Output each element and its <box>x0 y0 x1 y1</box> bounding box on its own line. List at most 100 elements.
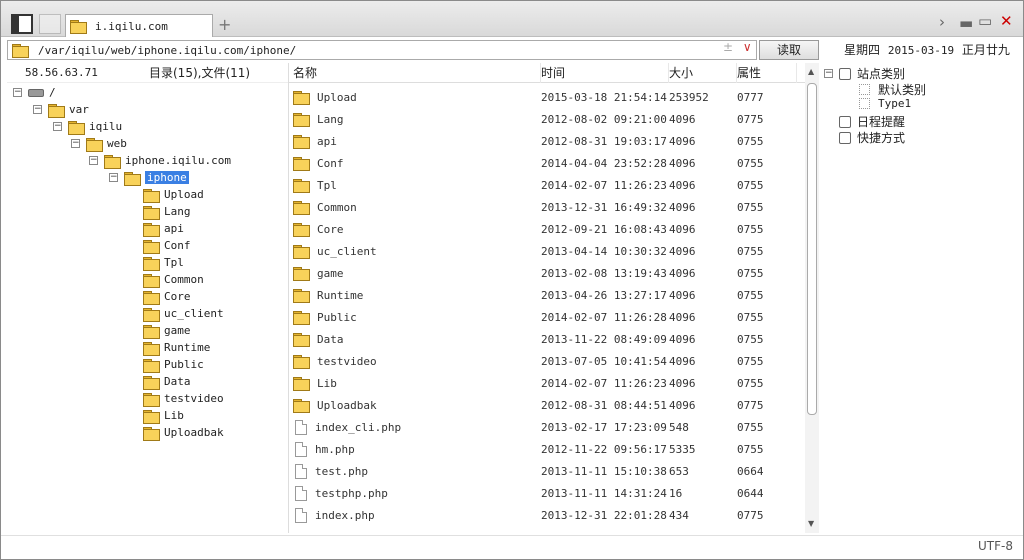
tree-var[interactable]: − var <box>33 101 89 118</box>
path-input[interactable]: /var/iqilu/web/iphone.iqilu.com/iphone/ <box>7 40 757 60</box>
chevron-right-icon[interactable]: › <box>939 13 945 31</box>
site-category-node[interactable]: − 站点类别 <box>824 65 905 82</box>
minimize-button[interactable]: ▬ <box>959 14 973 32</box>
collapse-icon[interactable]: − <box>109 173 118 182</box>
tab-active[interactable]: i.iqilu.com <box>65 14 213 37</box>
blank-tab-icon[interactable] <box>39 14 61 34</box>
list-row[interactable]: Upload 2015-03-18 21:54:14 253952 0777 <box>289 86 805 108</box>
folder-icon <box>143 290 160 305</box>
tree-item[interactable]: Data <box>143 373 191 390</box>
scroll-up-icon[interactable]: ▲ <box>808 67 814 76</box>
tree-label: Common <box>164 273 204 286</box>
scroll-thumb[interactable] <box>807 83 817 415</box>
row-size: 4096 <box>669 266 696 280</box>
list-row[interactable]: Data 2013-11-22 08:49:09 4096 0755 <box>289 328 805 350</box>
tree-web[interactable]: − web <box>71 135 127 152</box>
file-icon <box>295 419 307 435</box>
collapse-icon[interactable]: − <box>53 122 62 131</box>
folder-icon <box>143 188 160 203</box>
column-attr[interactable]: 属性 <box>737 63 797 83</box>
tree-item[interactable]: Lang <box>143 203 191 220</box>
folder-icon <box>143 307 160 322</box>
date-display: 星期四 2015-03-19 正月廿九 <box>844 41 1010 58</box>
tree-item[interactable]: api <box>143 220 184 237</box>
close-button[interactable]: ✕ <box>1000 12 1013 30</box>
list-row[interactable]: testphp.php 2013-11-11 14:31:24 16 0644 <box>289 482 805 504</box>
list-row[interactable]: api 2012-08-31 19:03:17 4096 0755 <box>289 130 805 152</box>
tree-item[interactable]: Conf <box>143 237 191 254</box>
list-row[interactable]: test.php 2013-11-11 15:10:38 653 0664 <box>289 460 805 482</box>
tree-item[interactable]: testvideo <box>143 390 224 407</box>
tree-item[interactable]: Core <box>143 288 191 305</box>
tree-label: var <box>69 103 89 116</box>
list-row[interactable]: index.php 2013-12-31 22:01:28 434 0775 <box>289 504 805 526</box>
list-row[interactable]: Runtime 2013-04-26 13:27:17 4096 0755 <box>289 284 805 306</box>
site-category-label: 站点类别 <box>857 67 906 81</box>
row-time: 2012-09-21 16:08:43 <box>541 222 667 236</box>
file-icon <box>295 441 307 457</box>
list-row[interactable]: Uploadbak 2012-08-31 08:44:51 4096 0775 <box>289 394 805 416</box>
tree-label: Conf <box>164 239 191 252</box>
collapse-icon[interactable]: − <box>13 88 22 97</box>
plus-minus-icon[interactable]: ± <box>723 40 733 54</box>
tree-root[interactable]: − / <box>13 84 56 101</box>
scroll-down-icon[interactable]: ▼ <box>808 519 814 528</box>
list-row[interactable]: Core 2012-09-21 16:08:43 4096 0755 <box>289 218 805 240</box>
row-time: 2012-11-22 09:56:17 <box>541 442 667 456</box>
column-name[interactable]: 名称 <box>289 63 541 83</box>
tree-item[interactable]: game <box>143 322 191 339</box>
tree-label: / <box>49 86 56 99</box>
row-name: test.php <box>315 464 368 478</box>
row-attr: 0777 <box>737 90 764 104</box>
list-row[interactable]: hm.php 2012-11-22 09:56:17 5335 0755 <box>289 438 805 460</box>
tree-iqilu[interactable]: − iqilu <box>53 118 122 135</box>
row-attr: 0755 <box>737 310 764 324</box>
tree-site[interactable]: − iphone.iqilu.com <box>89 152 231 169</box>
tree-label: Lib <box>164 409 184 422</box>
list-row[interactable]: Conf 2014-04-04 23:52:28 4096 0755 <box>289 152 805 174</box>
tree-item[interactable]: Lib <box>143 407 184 424</box>
tree-item[interactable]: Uploadbak <box>143 424 224 441</box>
tree-item[interactable]: uc_client <box>143 305 224 322</box>
list-row[interactable]: Public 2014-02-07 11:26:28 4096 0755 <box>289 306 805 328</box>
column-time[interactable]: 时间 <box>541 63 669 83</box>
folder-icon <box>143 324 160 339</box>
list-row[interactable]: index_cli.php 2013-02-17 17:23:09 548 0755 <box>289 416 805 438</box>
folder-icon <box>68 120 85 135</box>
list-row[interactable]: uc_client 2013-04-14 10:30:32 4096 0755 <box>289 240 805 262</box>
column-size[interactable]: 大小 <box>669 63 737 83</box>
collapse-icon[interactable]: − <box>71 139 80 148</box>
list-row[interactable]: Tpl 2014-02-07 11:26:23 4096 0755 <box>289 174 805 196</box>
tree-item[interactable]: Tpl <box>143 254 184 271</box>
chevron-down-icon[interactable]: ∨ <box>743 40 752 54</box>
vertical-scrollbar[interactable]: ▲ ▼ <box>805 63 819 533</box>
row-name: Uploadbak <box>317 398 377 412</box>
list-row[interactable]: testvideo 2013-07-05 10:41:54 4096 0755 <box>289 350 805 372</box>
row-attr: 0664 <box>737 464 764 478</box>
type1-node[interactable]: Type1 <box>859 97 911 110</box>
tree-item[interactable]: Runtime <box>143 339 210 356</box>
maximize-button[interactable]: ▭ <box>978 12 992 30</box>
shortcuts-node[interactable]: 快捷方式 <box>839 129 905 146</box>
list-row[interactable]: Common 2013-12-31 16:49:32 4096 0755 <box>289 196 805 218</box>
new-tab-button[interactable]: + <box>218 15 231 34</box>
row-time: 2014-02-07 11:26:23 <box>541 376 667 390</box>
list-row[interactable]: Lang 2012-08-02 09:21:00 4096 0775 <box>289 108 805 130</box>
row-time: 2014-02-07 11:26:28 <box>541 310 667 324</box>
read-button[interactable]: 读取 <box>759 40 819 60</box>
tree-item[interactable]: Common <box>143 271 204 288</box>
list-row[interactable]: game 2013-02-08 13:19:43 4096 0755 <box>289 262 805 284</box>
tree-iphone[interactable]: − iphone <box>109 169 189 186</box>
schedule-node[interactable]: 日程提醒 <box>839 113 905 130</box>
collapse-icon[interactable]: − <box>824 69 833 78</box>
tree-item[interactable]: Upload <box>143 186 204 203</box>
folder-icon <box>293 289 310 303</box>
category-panel: − 站点类别 默认类别 Type1 日程提醒 快捷方式 <box>819 63 1019 533</box>
collapse-icon[interactable]: − <box>33 105 42 114</box>
row-size: 4096 <box>669 134 696 148</box>
default-category-node[interactable]: 默认类别 <box>859 81 926 98</box>
collapse-icon[interactable]: − <box>89 156 98 165</box>
list-row[interactable]: Lib 2014-02-07 11:26:23 4096 0755 <box>289 372 805 394</box>
sidebar-toggle-icon[interactable] <box>11 14 33 34</box>
tree-item[interactable]: Public <box>143 356 204 373</box>
